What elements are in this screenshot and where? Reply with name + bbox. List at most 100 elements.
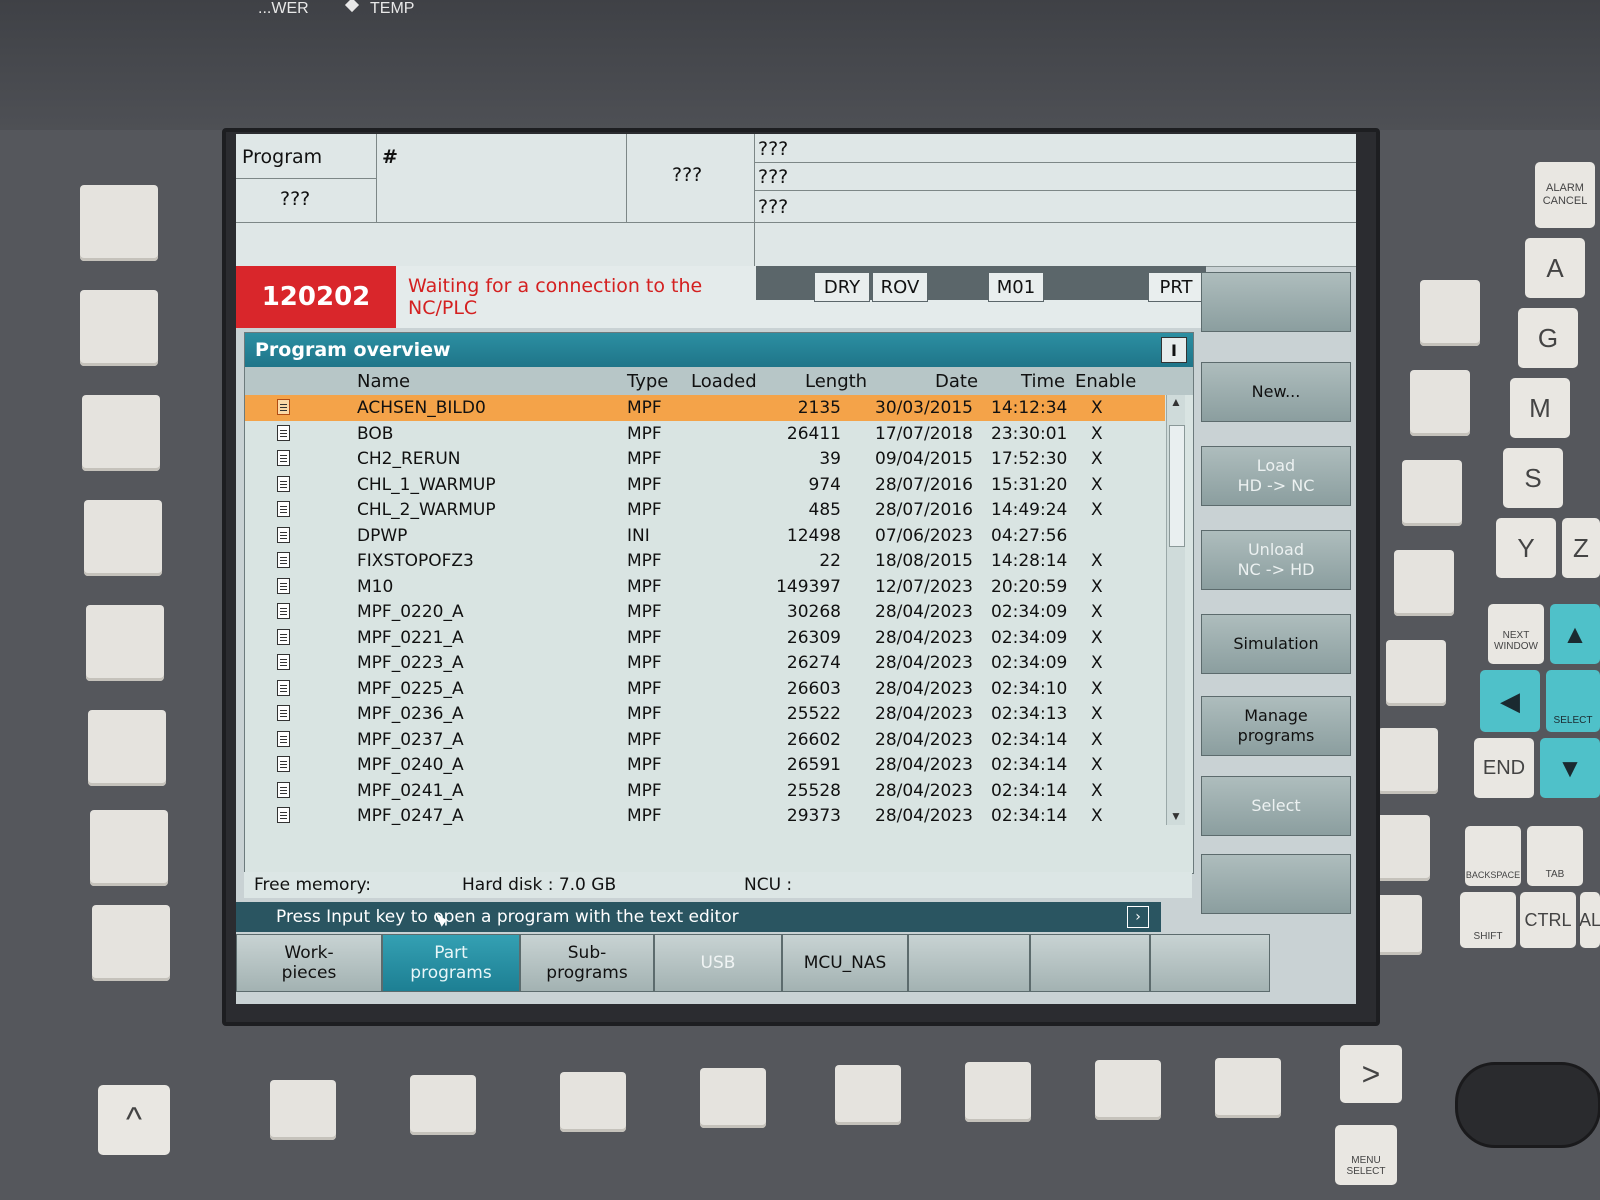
table-row[interactable]: DPWP INI 12498 07/06/2023 04:27:56 xyxy=(245,523,1165,549)
key-switch[interactable] xyxy=(1455,1062,1600,1148)
table-row[interactable]: CHL_1_WARMUP MPF 974 28/07/2016 15:31:20 X xyxy=(245,472,1165,498)
bottom-softkey-5[interactable] xyxy=(835,1065,901,1125)
left-softkey-7[interactable] xyxy=(90,810,168,886)
bottom-softkey-4[interactable] xyxy=(700,1068,766,1128)
col-length[interactable]: Length xyxy=(805,371,867,392)
left-softkey-3[interactable] xyxy=(82,395,160,471)
table-row[interactable]: FIXSTOPOFZ3 MPF 22 18/08/2015 14:28:14 X xyxy=(245,548,1165,574)
backspace-key[interactable]: BACKSPACE xyxy=(1465,826,1521,886)
col-name[interactable]: Name xyxy=(357,371,410,392)
table-row[interactable]: MPF_0223_A MPF 26274 28/04/2023 02:34:09 X xyxy=(245,650,1165,676)
left-softkey-1[interactable] xyxy=(80,185,158,261)
softkey-usb[interactable]: USB xyxy=(654,934,782,992)
softkey-v8[interactable] xyxy=(1201,854,1351,914)
scroll-down-icon[interactable]: ▼ xyxy=(1169,809,1183,825)
table-row[interactable]: CHL_2_WARMUP MPF 485 28/07/2016 14:49:24 X xyxy=(245,497,1165,523)
bottom-softkey-1[interactable] xyxy=(270,1080,336,1140)
program-type: MPF xyxy=(627,780,662,801)
right-softkey-2[interactable] xyxy=(1410,370,1470,436)
bottom-softkey-2[interactable] xyxy=(410,1075,476,1135)
recall-key[interactable]: ^ xyxy=(98,1085,170,1155)
key-z[interactable]: Z xyxy=(1562,518,1600,578)
program-time: 02:34:14 xyxy=(991,729,1068,750)
list-scrollbar[interactable]: ▲ ▼ xyxy=(1166,395,1185,825)
table-row[interactable]: ACHSEN_BILD0 MPF 2135 30/03/2015 14:12:34 X xyxy=(245,395,1165,421)
blank-row xyxy=(236,222,755,266)
softkey-load[interactable]: Load HD -> NC xyxy=(1201,446,1351,506)
key-s[interactable]: S xyxy=(1503,448,1563,508)
softkey-select[interactable]: Select xyxy=(1201,776,1351,836)
table-row[interactable]: MPF_0221_A MPF 26309 28/04/2023 02:34:09 X xyxy=(245,625,1165,651)
key-a[interactable]: A xyxy=(1525,238,1585,298)
softkey-v1[interactable] xyxy=(1201,272,1351,332)
left-softkey-8[interactable] xyxy=(92,905,170,981)
arrow-left-key[interactable]: ◀ xyxy=(1480,670,1540,732)
program-type: MPF xyxy=(627,729,662,750)
softkey-new[interactable]: New... xyxy=(1201,362,1351,422)
end-key[interactable]: END xyxy=(1474,738,1534,798)
softkey-h6[interactable] xyxy=(908,934,1030,992)
hint-next-icon[interactable]: › xyxy=(1127,906,1149,928)
select-key[interactable]: SELECT xyxy=(1546,670,1600,732)
bottom-softkey-6[interactable] xyxy=(965,1062,1031,1122)
table-row[interactable]: CH2_RERUN MPF 39 09/04/2015 17:52:30 X xyxy=(245,446,1165,472)
softkey-unload[interactable]: Unload NC -> HD xyxy=(1201,530,1351,590)
table-row[interactable]: MPF_0225_A MPF 26603 28/04/2023 02:34:10 X xyxy=(245,676,1165,702)
bottom-softkey-3[interactable] xyxy=(560,1072,626,1132)
scroll-thumb[interactable] xyxy=(1169,425,1185,547)
file-icon xyxy=(277,399,290,415)
softkey-simulation[interactable]: Simulation xyxy=(1201,614,1351,674)
left-softkey-6[interactable] xyxy=(88,710,166,786)
left-softkey-4[interactable] xyxy=(84,500,162,576)
table-row[interactable]: MPF_0240_A MPF 26591 28/04/2023 02:34:14 X xyxy=(245,752,1165,778)
table-row[interactable]: MPF_0241_A MPF 25528 28/04/2023 02:34:14 X xyxy=(245,778,1165,804)
alt-key[interactable]: AL xyxy=(1579,892,1600,948)
softkey-part-programs[interactable]: Part programs xyxy=(382,934,520,992)
softkey-h8[interactable] xyxy=(1150,934,1270,992)
right-softkey-6[interactable] xyxy=(1378,728,1438,794)
table-row[interactable]: MPF_0236_A MPF 25522 28/04/2023 02:34:13 X xyxy=(245,701,1165,727)
col-time[interactable]: Time xyxy=(1021,371,1065,392)
col-date[interactable]: Date xyxy=(935,371,978,392)
scroll-up-icon[interactable]: ▲ xyxy=(1169,395,1183,411)
left-softkey-2[interactable] xyxy=(80,290,158,366)
table-row[interactable]: BOB MPF 26411 17/07/2018 23:30:01 X xyxy=(245,421,1165,447)
window-info-button[interactable]: I xyxy=(1161,337,1187,363)
right-softkey-5[interactable] xyxy=(1386,640,1446,706)
file-icon xyxy=(277,501,290,517)
next-window-key[interactable]: NEXT WINDOW xyxy=(1488,604,1544,664)
table-row[interactable]: M10 MPF 149397 12/07/2023 20:20:59 X xyxy=(245,574,1165,600)
table-row[interactable]: MPF_0237_A MPF 26602 28/04/2023 02:34:14 X xyxy=(245,727,1165,753)
arrow-down-key[interactable]: ▼ xyxy=(1540,738,1600,798)
program-length: 149397 xyxy=(776,576,841,597)
program-name: BOB xyxy=(357,423,394,444)
arrow-up-key[interactable]: ▲ xyxy=(1550,604,1600,664)
softkey-subprograms[interactable]: Sub- programs xyxy=(520,934,654,992)
softkey-manage-programs[interactable]: Manage programs xyxy=(1201,696,1351,756)
right-softkey-3[interactable] xyxy=(1402,460,1462,526)
tab-key[interactable]: TAB xyxy=(1527,826,1583,886)
softkey-h7[interactable] xyxy=(1030,934,1150,992)
program-date: 28/04/2023 xyxy=(875,704,973,724)
etc-key[interactable]: > xyxy=(1340,1045,1402,1103)
col-type[interactable]: Type xyxy=(627,371,668,392)
right-softkey-1[interactable] xyxy=(1420,280,1480,346)
shift-key[interactable]: SHIFT xyxy=(1460,892,1516,948)
softkey-mcu-nas[interactable]: MCU_NAS xyxy=(782,934,908,992)
program-name: MPF_0221_A xyxy=(357,627,464,648)
menu-select-key[interactable]: MENU SELECT xyxy=(1335,1125,1397,1185)
key-y[interactable]: Y xyxy=(1496,518,1556,578)
table-row[interactable]: MPF_0247_A MPF 29373 28/04/2023 02:34:14 X xyxy=(245,803,1165,825)
col-loaded[interactable]: Loaded xyxy=(691,371,757,392)
right-softkey-4[interactable] xyxy=(1394,550,1454,616)
key-m[interactable]: M xyxy=(1510,378,1570,438)
col-enable[interactable]: Enable xyxy=(1075,371,1136,392)
key-g[interactable]: G xyxy=(1518,308,1578,368)
bottom-softkey-8[interactable] xyxy=(1215,1058,1281,1118)
left-softkey-5[interactable] xyxy=(86,605,164,681)
softkey-workpieces[interactable]: Work- pieces xyxy=(236,934,382,992)
table-row[interactable]: MPF_0220_A MPF 30268 28/04/2023 02:34:09 X xyxy=(245,599,1165,625)
ctrl-key[interactable]: CTRL xyxy=(1520,892,1576,948)
bottom-softkey-7[interactable] xyxy=(1095,1060,1161,1120)
alarm-cancel-key[interactable]: ALARM CANCEL xyxy=(1535,162,1595,228)
